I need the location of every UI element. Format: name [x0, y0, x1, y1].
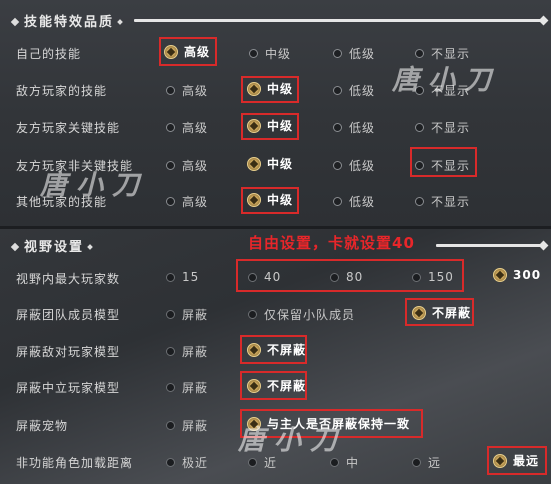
radio-icon [333, 86, 342, 95]
radio-icon [248, 310, 257, 319]
option-other-skill-high[interactable]: 高级 [166, 193, 208, 210]
radio-icon [166, 272, 175, 282]
diamond-icon [10, 242, 20, 252]
option-ally-key-low[interactable]: 低级 [333, 119, 375, 136]
radio-icon [166, 383, 175, 392]
option-team-model-squad-only[interactable]: 仅保留小队成员 [248, 306, 355, 323]
option-other-skill-none[interactable]: 不显示 [415, 193, 470, 210]
radio-icon [333, 49, 342, 58]
highlight-box [241, 113, 299, 140]
diamond-icon [117, 19, 123, 25]
radio-icon [333, 161, 342, 170]
option-other-skill-low[interactable]: 低级 [333, 193, 375, 210]
option-neutral-model-hide[interactable]: 屏蔽 [166, 379, 208, 396]
option-enemy-model-hide[interactable]: 屏蔽 [166, 343, 208, 360]
row-label-ally-key-skill: 友方玩家关键技能 [16, 121, 121, 135]
option-enemy-skill-low[interactable]: 低级 [333, 82, 375, 99]
row-label-own-skill: 自己的技能 [16, 47, 82, 61]
radio-icon [166, 458, 175, 467]
option-own-skill-mid[interactable]: 中级 [249, 45, 291, 62]
row-label-neutral-model: 屏蔽中立玩家模型 [16, 381, 121, 395]
row-label-enemy-skill: 敌方玩家的技能 [16, 84, 108, 98]
row-label-team-model: 屏蔽团队成员模型 [16, 308, 121, 322]
option-ally-nonkey-mid[interactable]: 中级 [247, 155, 293, 172]
watermark: 唐小刀 [238, 425, 346, 456]
diamond-icon [87, 244, 93, 250]
radio-icon [415, 49, 424, 58]
option-ally-key-high[interactable]: 高级 [166, 119, 208, 136]
radio-selected-icon [247, 156, 261, 171]
highlight-box [241, 76, 299, 103]
row-label-enemy-model: 屏蔽敌对玩家模型 [16, 345, 121, 359]
radio-icon [166, 347, 175, 356]
option-ally-key-none[interactable]: 不显示 [415, 119, 470, 136]
highlight-box [410, 147, 477, 177]
section-view-settings-title: 视野设置 [10, 236, 96, 255]
radio-icon [248, 458, 257, 467]
annotation-text: 自由设置，卡就设置40 [248, 234, 415, 252]
option-max-players-300[interactable]: 300 [493, 268, 541, 282]
radio-icon [166, 161, 175, 170]
watermark: 唐小刀 [392, 65, 500, 96]
option-team-model-hide[interactable]: 屏蔽 [166, 306, 208, 323]
option-ally-nonkey-high[interactable]: 高级 [166, 157, 208, 174]
option-npc-distance-far[interactable]: 远 [412, 454, 441, 471]
section-skill-effects-title: 技能特效品质 [10, 11, 126, 30]
highlight-box [487, 446, 547, 475]
radio-icon [333, 197, 342, 206]
diamond-icon [10, 17, 20, 27]
row-label-npc-distance: 非功能角色加载距离 [16, 456, 134, 470]
highlight-box [405, 298, 474, 326]
highlight-box [240, 371, 307, 400]
row-label-pet: 屏蔽宠物 [16, 419, 69, 433]
option-own-skill-low[interactable]: 低级 [333, 45, 375, 62]
radio-icon [166, 197, 175, 206]
row-label-max-players: 视野内最大玩家数 [16, 272, 121, 286]
section-title-text: 技能特效品质 [24, 15, 115, 30]
option-pet-hide[interactable]: 屏蔽 [166, 417, 208, 434]
radio-icon [415, 197, 424, 206]
section-divider-line [134, 19, 544, 22]
watermark: 唐小刀 [40, 170, 148, 201]
radio-icon [166, 421, 175, 430]
section-title-text: 视野设置 [24, 240, 85, 255]
radio-selected-icon [493, 268, 507, 282]
radio-icon [330, 458, 339, 467]
option-enemy-skill-high[interactable]: 高级 [166, 82, 208, 99]
highlight-box [240, 335, 307, 364]
option-max-players-15[interactable]: 15 [166, 270, 199, 284]
radio-icon [166, 86, 175, 95]
highlight-box [159, 37, 217, 66]
radio-icon [166, 123, 175, 132]
option-npc-distance-very-near[interactable]: 极近 [166, 454, 208, 471]
radio-icon [333, 123, 342, 132]
radio-icon [412, 458, 421, 467]
highlight-box [241, 187, 299, 214]
section-divider-line [436, 244, 544, 247]
highlight-box [236, 259, 464, 292]
option-ally-nonkey-low[interactable]: 低级 [333, 157, 375, 174]
radio-icon [166, 310, 175, 319]
radio-icon [415, 123, 424, 132]
radio-icon [249, 49, 258, 58]
